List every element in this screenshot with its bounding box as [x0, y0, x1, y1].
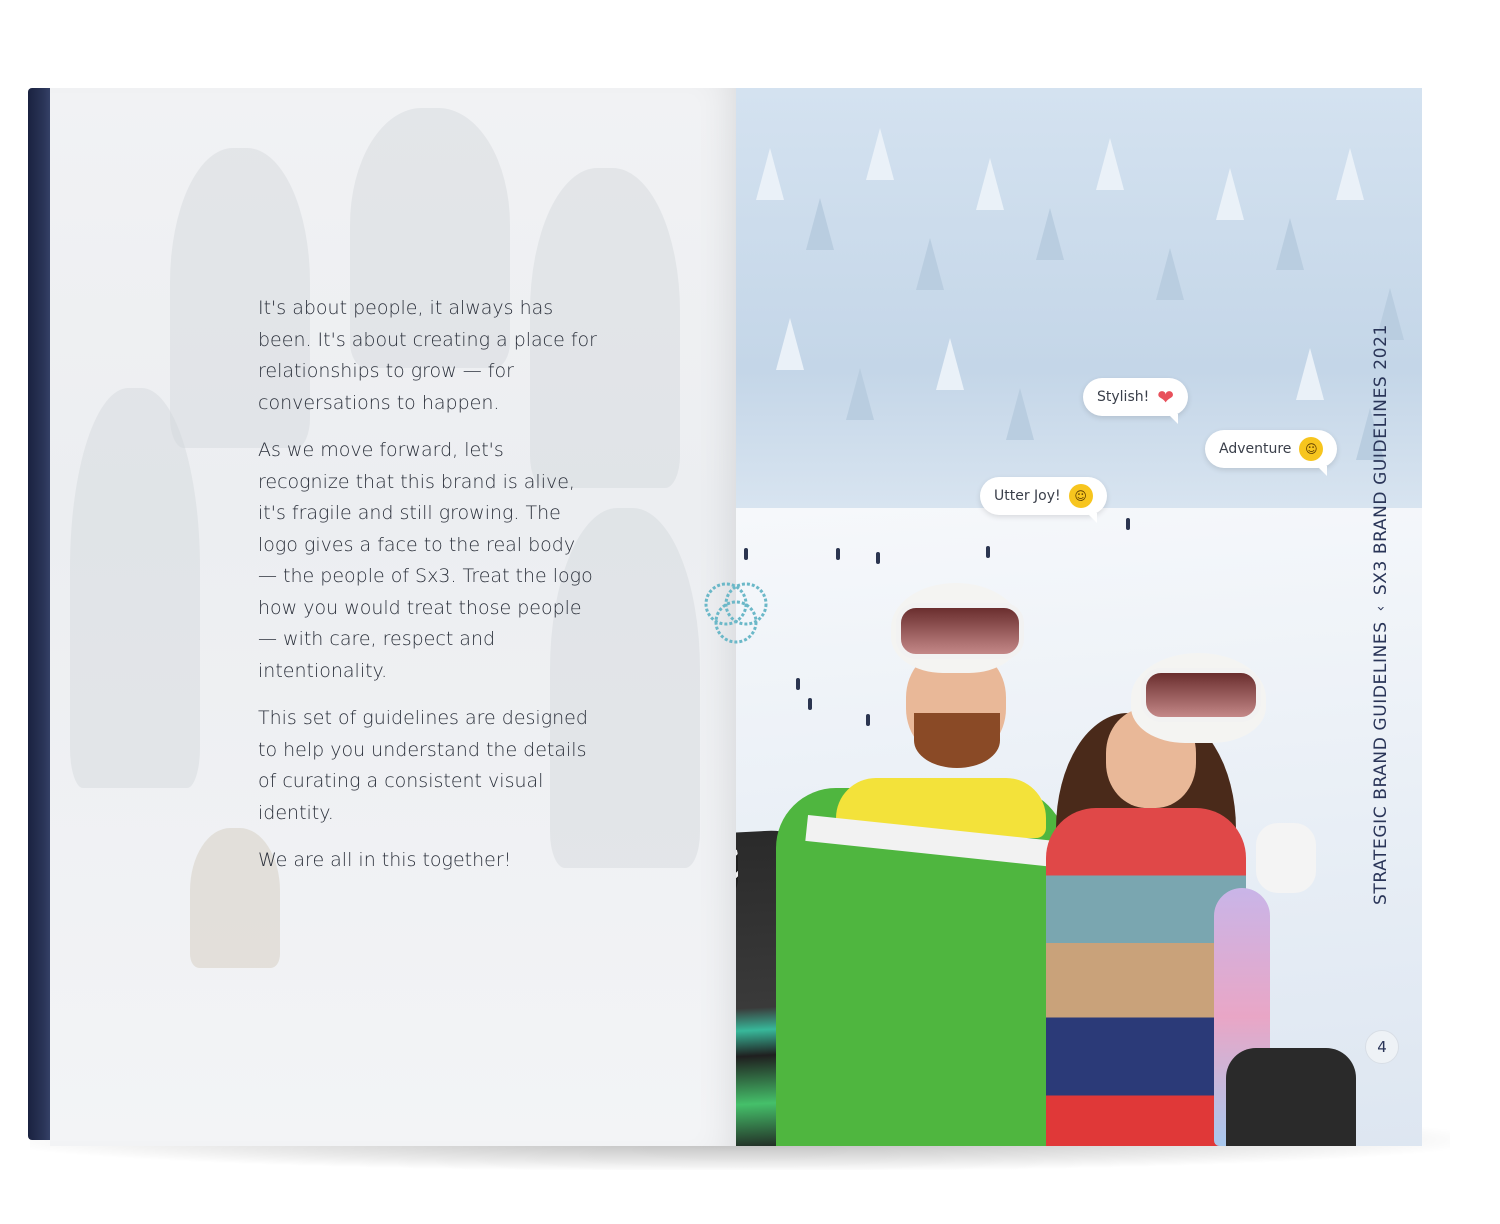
right-page-photo	[736, 88, 1422, 1146]
tree	[756, 148, 784, 200]
tree	[1216, 168, 1244, 220]
tree	[1276, 218, 1304, 270]
grinning-emoji-icon: ☺	[1299, 437, 1324, 461]
faded-tree	[70, 388, 200, 788]
woman-goggles	[1141, 668, 1261, 722]
tree	[1006, 388, 1034, 440]
tree	[846, 368, 874, 420]
skier	[876, 552, 880, 564]
skier	[1126, 518, 1130, 530]
running-title: STRATEGIC BRAND GUIDELINES ‹ SX3 BRAND G…	[1367, 285, 1395, 905]
binding	[1226, 1048, 1356, 1146]
bubble-adventure: Adventure ☺	[1205, 430, 1338, 476]
laughing-emoji-icon: ☺	[1068, 484, 1093, 508]
tree	[1156, 248, 1184, 300]
man-beard	[914, 713, 1000, 768]
brochure-spread: It's about people, it always has been. I…	[0, 0, 1500, 1224]
skier	[744, 548, 748, 560]
paragraph-4: We are all in this together!	[258, 849, 512, 871]
bubble-text: Adventure	[1219, 441, 1292, 457]
skier	[836, 548, 840, 560]
running-title-document: SX3 BRAND GUIDELINES 2021	[1371, 324, 1391, 596]
tree	[976, 158, 1004, 210]
skier	[866, 714, 870, 726]
tree	[1036, 208, 1064, 260]
tree	[1336, 148, 1364, 200]
white-glove	[1256, 823, 1316, 893]
tree	[806, 198, 834, 250]
skier	[796, 678, 800, 690]
man-goggles	[896, 603, 1024, 659]
skier	[808, 698, 812, 710]
paragraph-1: It's about people, it always has been. I…	[258, 297, 597, 414]
tree	[936, 338, 964, 390]
chevron-left-icon: ‹	[1373, 605, 1389, 612]
sx3-logo-rings-icon	[704, 582, 768, 644]
paragraph-2: As we move forward, let's recognize that…	[258, 439, 593, 682]
heart-icon: ❤	[1157, 385, 1174, 409]
tree	[916, 238, 944, 290]
paragraph-3: This set of guidelines are designed to h…	[258, 707, 588, 824]
bubble-utter-joy: Utter Joy! ☺	[980, 477, 1107, 523]
bubble-text: Stylish!	[1097, 389, 1150, 405]
skier	[986, 546, 990, 558]
tree	[1296, 348, 1324, 400]
bubble-stylish: Stylish! ❤	[1083, 378, 1188, 424]
intro-text: It's about people, it always has been. I…	[258, 293, 598, 893]
tree	[866, 128, 894, 180]
tree	[776, 318, 804, 370]
tree	[1096, 138, 1124, 190]
running-title-section: STRATEGIC BRAND GUIDELINES	[1371, 621, 1391, 905]
bubble-text: Utter Joy!	[994, 488, 1061, 504]
page-number: 4	[1365, 1030, 1399, 1064]
